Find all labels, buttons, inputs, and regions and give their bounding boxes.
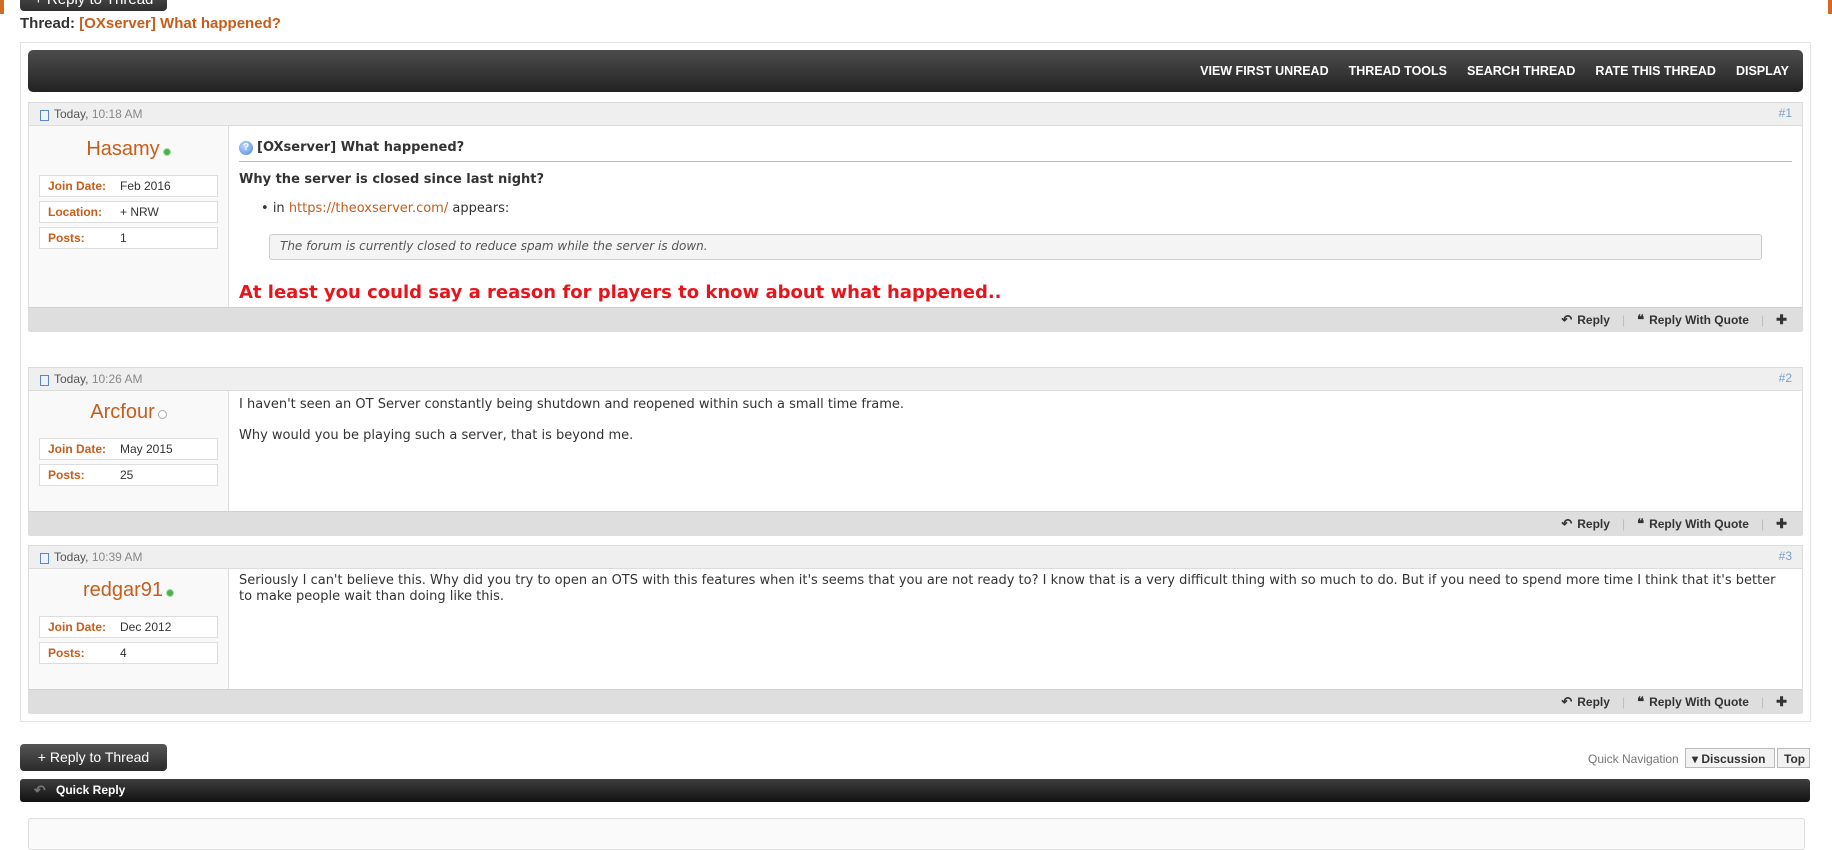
- list-item: • in https://theoxserver.com/ appears:: [261, 201, 510, 216]
- posts-count-row: Posts: 25: [39, 464, 218, 486]
- join-date-row: Join Date: Dec 2012: [39, 616, 218, 638]
- rate-thread-menu[interactable]: RATE THIS THREAD: [1595, 64, 1716, 78]
- post-header: Today, 10:18 AM #1: [29, 103, 1802, 126]
- reply-to-thread-button-top[interactable]: + Reply to Thread: [20, 0, 167, 11]
- reply-with-quote-button[interactable]: ❝ Reply With Quote: [1637, 516, 1749, 532]
- online-status-icon: [166, 588, 175, 597]
- thread-tools-menu[interactable]: THREAD TOOLS: [1349, 64, 1447, 78]
- reply-icon: ↶: [1561, 516, 1573, 531]
- quote-block: The forum is currently closed to reduce …: [269, 234, 1762, 260]
- thread-title: Thread: [OXserver] What happened?: [20, 15, 281, 32]
- post-document-icon: [40, 375, 49, 386]
- post-document-icon: [40, 553, 49, 564]
- thread-toolbar: VIEW FIRST UNREAD THREAD TOOLS SEARCH TH…: [28, 50, 1803, 92]
- reply-button[interactable]: ↶ Reply: [1561, 312, 1610, 328]
- quote-icon: ❝: [1637, 694, 1645, 709]
- reply-icon: ↶: [1561, 694, 1573, 709]
- offline-status-icon: [157, 410, 167, 420]
- username-link[interactable]: redgar91: [39, 579, 218, 602]
- post-date: Today, 10:18 AM: [54, 107, 143, 121]
- quick-navigation-label: Quick Navigation: [1588, 752, 1679, 766]
- post-content: Seriously I can't believe this. Why did …: [229, 569, 1802, 689]
- multi-quote-icon: ✚: [1776, 312, 1787, 327]
- thread-prefix: Thread:: [20, 15, 76, 32]
- post-title: ? [OXserver] What happened?: [239, 140, 1792, 162]
- post-text-line-1: I haven't seen an OT Server constantly b…: [239, 397, 905, 412]
- post-number-link[interactable]: #3: [1779, 549, 1792, 563]
- multi-quote-button[interactable]: ✚: [1776, 312, 1792, 328]
- emphasis-text: At least you could say a reason for play…: [239, 282, 1002, 303]
- view-first-unread-link[interactable]: VIEW FIRST UNREAD: [1200, 64, 1328, 78]
- reply-with-quote-button[interactable]: ❝ Reply With Quote: [1637, 694, 1749, 710]
- reply-button[interactable]: ↶ Reply: [1561, 516, 1610, 532]
- reply-button[interactable]: ↶ Reply: [1561, 694, 1610, 710]
- online-status-icon: [162, 147, 171, 156]
- left-edge-strip: [0, 0, 4, 14]
- post-2: Today, 10:26 AM #2 Arcfour Join Date: May…: [28, 367, 1803, 536]
- post-header: Today, 10:39 AM #3: [29, 546, 1802, 569]
- username-link[interactable]: Hasamy: [39, 138, 218, 161]
- post-text: Seriously I can't believe this. Why did …: [239, 573, 1776, 604]
- location-row: Location: + NRW: [39, 201, 218, 223]
- site-link[interactable]: https://theoxserver.com/: [289, 201, 448, 216]
- username-link[interactable]: Arcfour: [39, 401, 218, 424]
- post-content: I haven't seen an OT Server constantly b…: [229, 391, 1802, 511]
- multi-quote-button[interactable]: ✚: [1776, 516, 1792, 532]
- reply-icon: ↶: [1561, 312, 1573, 327]
- post-3: Today, 10:39 AM #3 redgar91 Join Date: De…: [28, 545, 1803, 714]
- multi-quote-button[interactable]: ✚: [1776, 694, 1792, 710]
- post-1: Today, 10:18 AM #1 Hasamy Join Date: Feb …: [28, 102, 1803, 332]
- quote-icon: ❝: [1637, 312, 1645, 327]
- post-header: Today, 10:26 AM #2: [29, 368, 1802, 391]
- post-footer: ↶ Reply | ❝ Reply With Quote | ✚: [29, 689, 1802, 714]
- post-number-link[interactable]: #1: [1779, 106, 1792, 120]
- post-number-link[interactable]: #2: [1779, 371, 1792, 385]
- join-date-row: Join Date: Feb 2016: [39, 175, 218, 197]
- user-info-panel: Arcfour Join Date: May 2015 Posts: 25: [29, 391, 229, 511]
- search-thread-menu[interactable]: SEARCH THREAD: [1467, 64, 1575, 78]
- reply-to-thread-button[interactable]: + Reply to Thread: [20, 744, 167, 771]
- user-info-panel: redgar91 Join Date: Dec 2012 Posts: 4: [29, 569, 229, 689]
- multi-quote-icon: ✚: [1776, 694, 1787, 709]
- quote-icon: ❝: [1637, 516, 1645, 531]
- user-info-panel: Hasamy Join Date: Feb 2016 Location: + NRW…: [29, 126, 229, 307]
- reply-with-quote-button[interactable]: ❝ Reply With Quote: [1637, 312, 1749, 328]
- post-question: Why the server is closed since last nigh…: [239, 172, 545, 187]
- top-button[interactable]: Top: [1777, 748, 1810, 768]
- post-document-icon: [40, 110, 49, 121]
- post-content: ? [OXserver] What happened? Why the serve…: [229, 126, 1802, 307]
- post-footer: ↶ Reply | ❝ Reply With Quote | ✚: [29, 307, 1802, 332]
- post-date: Today, 10:39 AM: [54, 550, 143, 564]
- posts-count-row: Posts: 1: [39, 227, 218, 249]
- right-edge-strip: [1828, 0, 1832, 14]
- post-footer: ↶ Reply | ❝ Reply With Quote | ✚: [29, 511, 1802, 536]
- reply-icon: ↶: [34, 782, 46, 798]
- quick-reply-box: [28, 818, 1805, 850]
- chevron-down-icon: ▾: [1692, 752, 1699, 766]
- discussion-dropdown[interactable]: ▾ Discussion: [1685, 748, 1775, 768]
- join-date-row: Join Date: May 2015: [39, 438, 218, 460]
- posts-count-row: Posts: 4: [39, 642, 218, 664]
- quick-reply-bar[interactable]: ↶ Quick Reply: [20, 779, 1810, 802]
- post-text-line-2: Why would you be playing such a server, …: [239, 428, 634, 443]
- display-menu[interactable]: DISPLAY: [1736, 64, 1789, 78]
- multi-quote-icon: ✚: [1776, 516, 1787, 531]
- post-date: Today, 10:26 AM: [54, 372, 143, 386]
- question-icon: ?: [239, 140, 253, 155]
- thread-title-link[interactable]: [OXserver] What happened?: [79, 15, 281, 32]
